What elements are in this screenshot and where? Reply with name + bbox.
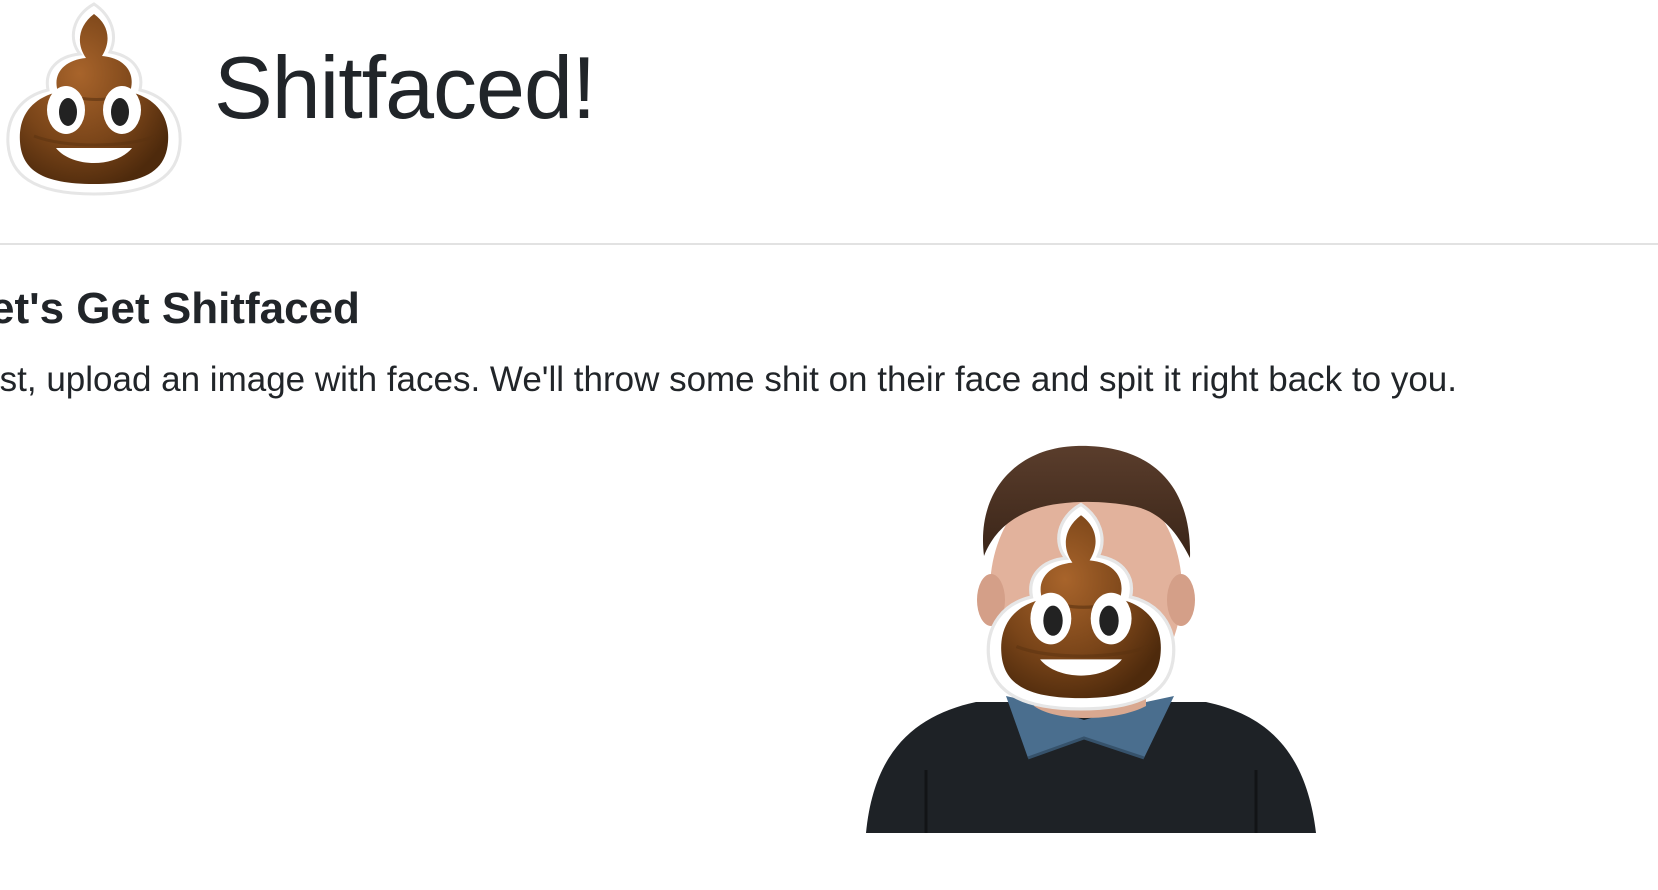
section-heading: et's Get Shitfaced [0, 284, 360, 333]
header-divider [0, 243, 1658, 245]
logo-poo-icon [0, 0, 194, 208]
page-title: Shitfaced! [214, 38, 596, 137]
result-image [856, 440, 1326, 833]
instructions-text: rst, upload an image with faces. We'll t… [0, 360, 1457, 399]
